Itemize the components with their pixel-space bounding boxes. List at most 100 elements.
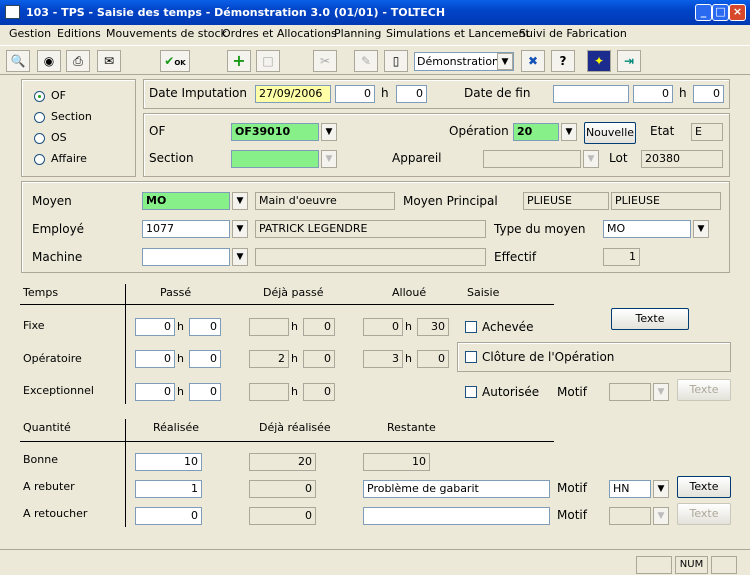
page-icon[interactable]: ▯ [384, 50, 408, 72]
close-button[interactable]: × [729, 4, 746, 21]
appareil-dropdown-icon[interactable]: ▼ [583, 150, 599, 168]
of-field[interactable]: OF39010 [231, 123, 319, 141]
employe-label: Employé [32, 222, 85, 236]
type-moyen-dropdown-icon[interactable]: ▼ [693, 220, 709, 238]
autorisee-label: Autorisée [482, 385, 540, 399]
menu-mouvements[interactable]: Mouvements de stock [106, 27, 227, 40]
achevee-checkbox[interactable] [465, 321, 477, 333]
status-main [4, 556, 632, 574]
retoucher-motif-label: Motif [557, 508, 587, 522]
nouvelle-button[interactable]: Nouvelle [584, 122, 636, 144]
scissors-icon[interactable]: ✂ [313, 50, 337, 72]
machine-dropdown-icon[interactable]: ▼ [232, 248, 248, 266]
retoucher-realisee-field[interactable]: 0 [135, 507, 202, 525]
texte-button[interactable]: Texte [611, 308, 689, 330]
minimize-button[interactable]: _ [695, 4, 712, 21]
cloture-label: Clôture de l'Opération [482, 350, 615, 364]
operatoire-passe-h[interactable]: 0 [135, 350, 175, 368]
deja-realisee-header: Déjà réalisée [259, 421, 331, 434]
help-icon[interactable]: ? [551, 50, 575, 72]
add-icon[interactable]: + [227, 50, 251, 72]
radio-os[interactable] [34, 133, 45, 144]
lot-label: Lot [609, 151, 628, 165]
rebuter-motif-dropdown-icon[interactable]: ▼ [653, 480, 669, 498]
window-title: 103 - TPS - Saisie des temps - Démonstra… [26, 6, 446, 19]
exceptionnel-passe-h[interactable]: 0 [135, 383, 175, 401]
exceptionnel-passe-m[interactable]: 0 [189, 383, 221, 401]
retoucher-deja-field: 0 [249, 507, 316, 525]
pen-icon[interactable]: ✎ [354, 50, 378, 72]
operation-dropdown-icon[interactable]: ▼ [561, 123, 577, 141]
end-minute-field[interactable]: 0 [693, 85, 724, 103]
realisee-header: Réalisée [153, 421, 200, 434]
radio-affaire[interactable] [34, 154, 45, 165]
start-hour-field[interactable]: 0 [335, 85, 375, 103]
moyen-principal-label: Moyen Principal [403, 194, 498, 208]
moyen-field[interactable]: MO [142, 192, 230, 210]
section-field[interactable] [231, 150, 319, 168]
cloture-checkbox[interactable] [465, 351, 477, 363]
mail-icon[interactable]: ✉ [97, 50, 121, 72]
radio-of[interactable] [34, 91, 45, 102]
lot-field: 20380 [641, 150, 723, 168]
end-hour-field[interactable]: 0 [633, 85, 673, 103]
exceptionnel-label: Exceptionnel [23, 384, 94, 397]
menu-planning[interactable]: Planning [334, 27, 381, 40]
texte-button-disabled[interactable]: Texte [677, 379, 731, 401]
operation-field[interactable]: 20 [513, 123, 559, 141]
menu-gestion[interactable]: Gestion [9, 27, 51, 40]
fixe-passe-h[interactable]: 0 [135, 318, 175, 336]
type-moyen-field[interactable]: MO [603, 220, 691, 238]
menu-suivi[interactable]: Suivi de Fabrication [519, 27, 627, 40]
dates-panel: Date Imputation 27/09/2006 0 h 0 Date de… [143, 79, 730, 109]
section-label: Section [149, 151, 194, 165]
menu-ordres[interactable]: Ordres et Allocations [222, 27, 337, 40]
rebuter-realisee-field[interactable]: 1 [135, 480, 202, 498]
retoucher-motif-dropdown-icon[interactable]: ▼ [653, 507, 669, 525]
rebuter-motif-field[interactable]: HN [609, 480, 651, 498]
ok-check-icon[interactable]: ✔OK [160, 50, 190, 72]
maximize-button[interactable]: □ [712, 4, 729, 21]
hour-separator-2: h [679, 86, 687, 100]
camera-icon[interactable]: ◉ [37, 50, 61, 72]
h-label: h [177, 320, 184, 333]
date-fin-field[interactable] [553, 85, 629, 103]
type-moyen-label: Type du moyen [494, 222, 586, 236]
bonne-label: Bonne [23, 453, 58, 466]
operatoire-passe-m[interactable]: 0 [189, 350, 221, 368]
wizard-icon[interactable]: ✦ [587, 50, 611, 72]
rebuter-texte-button[interactable]: Texte [677, 476, 731, 498]
passe-header: Passé [160, 286, 192, 299]
rebuter-comment-field[interactable]: Problème de gabarit [363, 480, 550, 498]
search-icon[interactable]: 🔍 [6, 50, 30, 72]
exceptionnel-deja-m: 0 [303, 383, 335, 401]
start-minute-field[interactable]: 0 [396, 85, 427, 103]
h-label: h [405, 352, 412, 365]
employe-dropdown-icon[interactable]: ▼ [232, 220, 248, 238]
radio-section[interactable] [34, 112, 45, 123]
machine-label: Machine [32, 250, 83, 264]
print-icon[interactable]: ⎙ [66, 50, 90, 72]
mode-panel: OF Section OS Affaire [21, 79, 136, 177]
menu-simulations[interactable]: Simulations et Lancement [386, 27, 530, 40]
section-dropdown-icon[interactable]: ▼ [321, 150, 337, 168]
operatoire-alloue-m: 0 [417, 350, 449, 368]
moyen-dropdown-icon[interactable]: ▼ [232, 192, 248, 210]
employe-field[interactable]: 1077 [142, 220, 230, 238]
operatoire-deja-h: 2 [249, 350, 289, 368]
retoucher-comment-field[interactable] [363, 507, 550, 525]
motif-dropdown-icon[interactable]: ▼ [653, 383, 669, 401]
bonne-realisee-field[interactable]: 10 [135, 453, 202, 471]
of-dropdown-icon[interactable]: ▼ [321, 123, 337, 141]
exit-door-icon[interactable]: ⇥ [617, 50, 641, 72]
retoucher-texte-button[interactable]: Texte [677, 503, 731, 525]
moyen-desc-field: Main d'oeuvre [255, 192, 395, 210]
menu-editions[interactable]: Editions [57, 27, 101, 40]
machine-field[interactable] [142, 248, 230, 266]
fixe-passe-m[interactable]: 0 [189, 318, 221, 336]
date-imputation-field[interactable]: 27/09/2006 [255, 85, 331, 103]
blank-icon[interactable]: □ [256, 50, 280, 72]
chevron-down-icon[interactable]: ▼ [497, 53, 513, 70]
autorisee-checkbox[interactable] [465, 386, 477, 398]
tools-icon[interactable]: ✖ [521, 50, 545, 72]
